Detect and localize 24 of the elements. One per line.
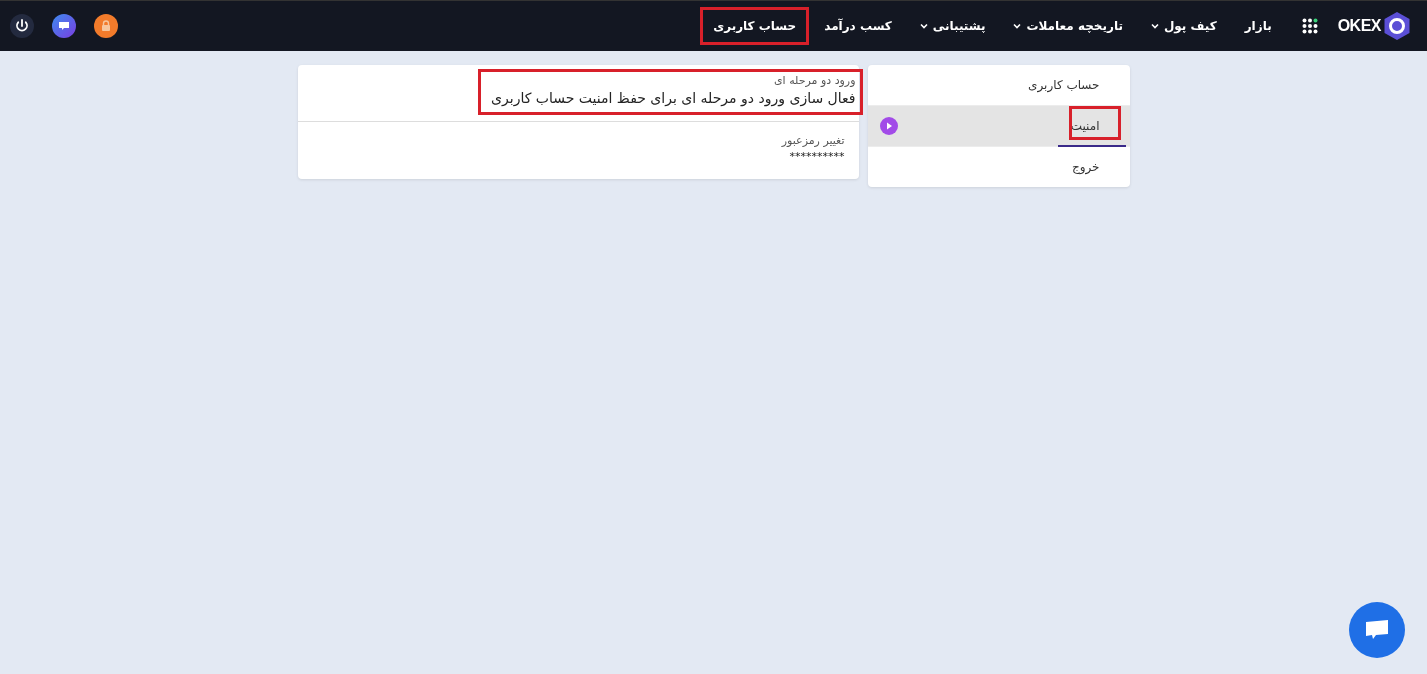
nav-link[interactable]: پشتیبانی <box>909 9 996 43</box>
caret-icon <box>1150 23 1159 29</box>
nav-link[interactable]: کسب درآمد <box>814 9 902 43</box>
chat-icon[interactable] <box>52 14 76 38</box>
logo-wordmark: OKEX <box>1337 17 1381 35</box>
setting-label: تغییر رمزعبور <box>781 134 845 147</box>
active-underline <box>1057 145 1126 147</box>
setting-value: ********** <box>788 150 845 163</box>
caret-icon <box>1013 23 1022 29</box>
caret-icon <box>919 23 928 29</box>
nav-link[interactable]: کیف پول <box>1140 9 1227 43</box>
app-grid-icon[interactable] <box>1301 18 1318 34</box>
nav-link[interactable]: حساب کاربری <box>703 10 807 42</box>
hexagon-logo-icon <box>1383 11 1411 41</box>
play-icon <box>879 117 898 135</box>
nav-link[interactable]: بازار <box>1234 9 1282 43</box>
nav-link[interactable]: تاریخچه معاملات <box>1003 9 1133 43</box>
menu-item[interactable]: امنیت <box>867 106 1130 147</box>
power-icon[interactable] <box>10 14 34 38</box>
menu-item[interactable]: خروج <box>867 147 1130 187</box>
setting-label: ورود دو مرحله ای <box>773 74 856 87</box>
setting-value[interactable]: فعال سازی ورود دو مرحله ای برای حفظ امنیت حساب کاربری <box>491 90 856 106</box>
chat-button[interactable] <box>1349 602 1405 658</box>
lock-icon[interactable] <box>94 14 118 38</box>
